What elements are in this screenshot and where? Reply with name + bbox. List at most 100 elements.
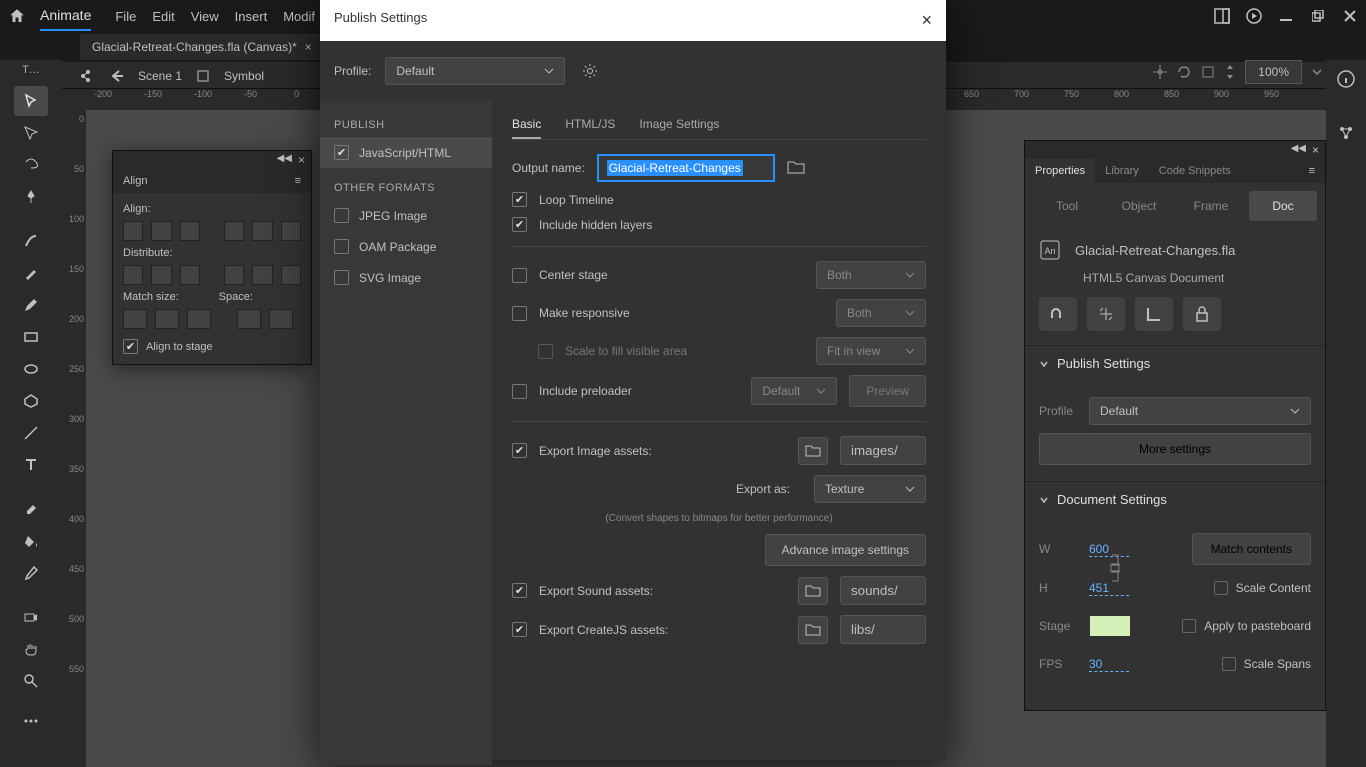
text-tool[interactable]	[14, 450, 48, 480]
pin-tool[interactable]	[14, 182, 48, 212]
align-bottom[interactable]	[281, 221, 301, 241]
menu-view[interactable]: View	[191, 9, 219, 24]
subtab-frame[interactable]: Frame	[1177, 191, 1245, 221]
rectangle-tool[interactable]	[14, 322, 48, 352]
info-icon[interactable]	[1337, 70, 1355, 88]
export-createjs-checkbox[interactable]	[512, 622, 527, 637]
scale-content-checkbox[interactable]	[1214, 581, 1228, 595]
scene-name[interactable]: Scene 1	[138, 69, 182, 83]
menu-modify[interactable]: Modif	[283, 9, 315, 24]
panel-close-icon[interactable]: ×	[298, 153, 305, 167]
format-svg[interactable]: SVG Image	[320, 262, 492, 293]
export-image-checkbox[interactable]	[512, 443, 527, 458]
subtab-object[interactable]: Object	[1105, 191, 1173, 221]
rotate-icon[interactable]	[1177, 65, 1191, 79]
dist-vcenter[interactable]	[151, 265, 171, 285]
close-button[interactable]	[1342, 8, 1358, 24]
subtab-tool[interactable]: Tool	[1033, 191, 1101, 221]
jpeg-checkbox[interactable]	[334, 208, 349, 223]
tool-tab-label[interactable]: T…	[22, 64, 40, 84]
close-tab-icon[interactable]: ×	[305, 40, 312, 54]
document-tab[interactable]: Glacial-Retreat-Changes.fla (Canvas)* ×	[80, 34, 324, 60]
restore-button[interactable]	[1310, 8, 1326, 24]
panel-collapse-icon[interactable]: ◀◀	[277, 153, 292, 167]
dialog-close-button[interactable]: ×	[921, 10, 932, 31]
document-settings-section[interactable]: Document Settings	[1025, 481, 1325, 517]
symbol-name[interactable]: Symbol	[224, 69, 264, 83]
align-hcenter[interactable]	[151, 221, 171, 241]
export-as-dropdown[interactable]: Texture	[814, 475, 926, 503]
space-h[interactable]	[269, 309, 293, 329]
match-contents-button[interactable]: Match contents	[1192, 533, 1311, 565]
selection-tool[interactable]	[14, 86, 48, 116]
align-right[interactable]	[180, 221, 200, 241]
profile-select[interactable]: Default	[1089, 397, 1311, 425]
oam-checkbox[interactable]	[334, 239, 349, 254]
more-settings-button[interactable]: More settings	[1039, 433, 1311, 465]
eraser-tool[interactable]	[14, 494, 48, 524]
tab-image-settings[interactable]: Image Settings	[639, 111, 719, 139]
libs-path-input[interactable]	[840, 615, 926, 644]
menu-file[interactable]: File	[115, 9, 136, 24]
panel-collapse-icon[interactable]: ◀◀	[1291, 143, 1306, 157]
brush-tool[interactable]	[14, 258, 48, 288]
panel-menu-icon[interactable]: ≡	[1299, 159, 1325, 183]
tab-basic[interactable]: Basic	[512, 111, 541, 139]
tab-properties[interactable]: Properties	[1025, 159, 1095, 183]
dist-right[interactable]	[281, 265, 301, 285]
minimize-button[interactable]	[1278, 8, 1294, 24]
tab-html-js[interactable]: HTML/JS	[565, 111, 615, 139]
fit-dropdown[interactable]: Fit in view	[816, 337, 926, 365]
play-icon[interactable]	[1246, 8, 1262, 24]
polygon-tool[interactable]	[14, 386, 48, 416]
fluid-brush-tool[interactable]	[14, 226, 48, 256]
dist-top[interactable]	[123, 265, 143, 285]
browse-folder-button[interactable]	[787, 160, 805, 177]
pencil-tool[interactable]	[14, 290, 48, 320]
lock-icon[interactable]	[1183, 297, 1221, 331]
menu-insert[interactable]: Insert	[235, 9, 268, 24]
advance-image-settings-button[interactable]: Advance image settings	[765, 534, 926, 566]
sounds-path-input[interactable]	[840, 576, 926, 605]
scale-spans-checkbox[interactable]	[1222, 657, 1236, 671]
chevron-down-icon[interactable]	[1312, 69, 1322, 75]
align-left[interactable]	[123, 221, 143, 241]
stage-color-swatch[interactable]	[1089, 615, 1131, 637]
apply-pasteboard-checkbox[interactable]	[1182, 619, 1196, 633]
align-top[interactable]	[224, 221, 244, 241]
scale-fill-checkbox[interactable]	[538, 344, 553, 359]
clip-icon[interactable]	[1201, 65, 1215, 79]
subtab-doc[interactable]: Doc	[1249, 191, 1317, 221]
center-stage-icon[interactable]	[1153, 65, 1167, 79]
match-both[interactable]	[187, 309, 211, 329]
tab-library[interactable]: Library	[1095, 159, 1149, 183]
preloader-checkbox[interactable]	[512, 384, 527, 399]
mask-icon[interactable]	[1135, 297, 1173, 331]
more-tools[interactable]	[14, 706, 48, 736]
loop-timeline-checkbox[interactable]	[512, 192, 527, 207]
subselection-tool[interactable]	[14, 118, 48, 148]
align-panel-title[interactable]: Align ≡	[113, 169, 311, 193]
hand-tool[interactable]	[14, 634, 48, 664]
fps-value[interactable]: 30	[1089, 657, 1129, 672]
images-path-input[interactable]	[840, 436, 926, 465]
align-vcenter[interactable]	[252, 221, 272, 241]
js-html-checkbox[interactable]	[334, 145, 349, 160]
menu-edit[interactable]: Edit	[152, 9, 174, 24]
oval-tool[interactable]	[14, 354, 48, 384]
export-sound-checkbox[interactable]	[512, 583, 527, 598]
home-icon[interactable]	[8, 7, 26, 25]
align-to-stage-checkbox[interactable]	[123, 339, 138, 354]
svg-checkbox[interactable]	[334, 270, 349, 285]
preview-button[interactable]: Preview	[849, 375, 926, 407]
component-icon[interactable]	[1337, 124, 1355, 142]
center-stage-checkbox[interactable]	[512, 268, 527, 283]
eyedropper-tool[interactable]	[14, 558, 48, 588]
format-oam[interactable]: OAM Package	[320, 231, 492, 262]
dist-left[interactable]	[224, 265, 244, 285]
format-js-html[interactable]: JavaScript/HTML	[320, 137, 492, 168]
snap-icon[interactable]	[1039, 297, 1077, 331]
guides-icon[interactable]	[1087, 297, 1125, 331]
center-stage-dropdown[interactable]: Both	[816, 261, 926, 289]
format-jpeg[interactable]: JPEG Image	[320, 200, 492, 231]
